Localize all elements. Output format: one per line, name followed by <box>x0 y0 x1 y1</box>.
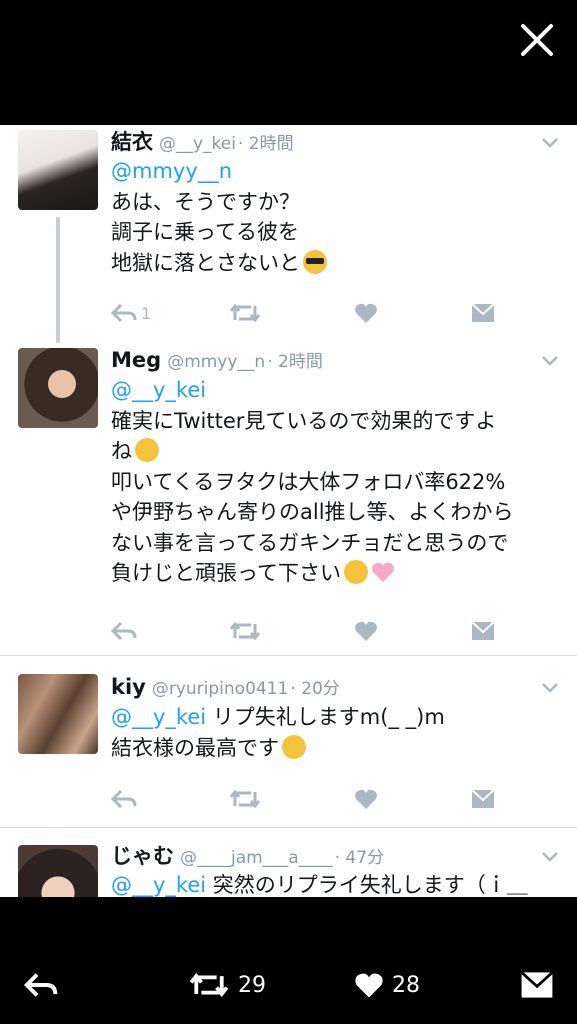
tweet-text: @__y_kei リプ失礼しますm(_ _)m 結衣様の最高です <box>111 702 561 763</box>
tweet-line: や伊野ちゃん寄りのall推し等、よくわから <box>111 500 514 524</box>
tweet-line: リプ失礼しますm(_ _)m <box>212 705 445 729</box>
smiling-emoji-icon <box>282 734 306 759</box>
tweet-actions: 1 <box>111 300 511 326</box>
direct-message-button[interactable] <box>471 618 495 644</box>
envelope-icon <box>471 621 495 640</box>
tweet-line: ない事を言ってるガキンチョだと思うので <box>111 530 509 555</box>
retweet-icon <box>229 621 261 641</box>
reply-button[interactable]: 1 <box>111 300 151 326</box>
chevron-down-icon[interactable] <box>541 355 559 367</box>
envelope-icon <box>520 971 554 998</box>
direct-message-button[interactable] <box>520 967 554 1003</box>
reply-button[interactable] <box>111 786 137 812</box>
tweet-actions <box>111 618 511 644</box>
viewer-top-bar <box>0 0 577 125</box>
retweet-button[interactable] <box>229 786 261 812</box>
retweet-count: 29 <box>238 972 266 998</box>
retweet-button[interactable] <box>229 300 261 326</box>
timestamp[interactable]: · 2時間 <box>267 352 323 372</box>
reply-icon <box>24 973 58 997</box>
tweet-actions <box>111 786 511 812</box>
close-icon[interactable] <box>519 22 555 58</box>
retweet-button[interactable] <box>229 618 261 644</box>
direct-message-button[interactable] <box>471 786 495 812</box>
handle[interactable]: @mmyy__n <box>167 352 265 372</box>
reply-mention[interactable]: @mmyy__n <box>111 156 561 187</box>
direct-message-button[interactable] <box>471 300 495 326</box>
heart-icon <box>355 303 377 323</box>
avatar[interactable] <box>18 845 98 897</box>
reply-icon <box>111 621 137 641</box>
envelope-icon <box>471 303 495 322</box>
reply-count: 1 <box>141 303 152 323</box>
pink-heart-emoji-icon <box>372 562 394 582</box>
avatar[interactable] <box>18 348 98 428</box>
hugging-emoji-icon <box>135 438 159 462</box>
tweet-text: @mmyy__n あは、そうですか？ 調子に乗ってる彼を 地獄に落とさないと <box>111 156 561 278</box>
like-button[interactable] <box>354 786 378 812</box>
tweet-line: 負けじと頑張って下さい <box>111 561 341 585</box>
tweet-4[interactable]: じゃむ @____jam___a____ · 47分 @__y_kei 突然のリプラ… <box>0 843 577 897</box>
tweet-line: 調子に乗ってる彼を <box>111 220 299 244</box>
tweet-divider <box>0 655 577 656</box>
reply-button[interactable] <box>111 618 137 644</box>
retweet-icon <box>189 973 229 997</box>
chevron-down-icon[interactable] <box>541 682 559 694</box>
tweet-3[interactable]: kiy @ryuripino0411 · 20分 @__y_kei リプ失礼しますm… <box>0 672 577 822</box>
like-button[interactable] <box>354 618 378 644</box>
reply-mention[interactable]: @__y_kei <box>111 873 206 897</box>
avatar[interactable] <box>18 674 98 754</box>
tweet-line: ね <box>111 439 132 463</box>
tweet-line: 叩いてくるヲタクは大体フォロバ率622% <box>111 469 506 494</box>
sunglasses-emoji-icon <box>303 249 327 274</box>
like-button[interactable] <box>354 300 378 326</box>
tweet-divider <box>0 827 577 828</box>
tweet-text: @__y_kei 確実にTwitter見ているので効果的ですよ ね 叩いてくるヲ… <box>111 375 561 589</box>
handle[interactable]: @____jam___a____ <box>180 848 333 868</box>
timestamp[interactable]: · 47分 <box>335 848 384 868</box>
envelope-icon <box>471 789 495 808</box>
tweet-line: 結衣様の最高です <box>111 735 279 760</box>
display-name[interactable]: 結衣 <box>111 130 153 154</box>
tweet-header: Meg @mmyy__n · 2時間 <box>111 345 323 375</box>
heart-icon <box>355 789 377 809</box>
retweet-button[interactable]: 29 <box>188 967 266 1003</box>
like-count: 28 <box>392 972 420 998</box>
handle[interactable]: @ryuripino0411 <box>152 679 289 699</box>
heart-icon <box>355 973 383 998</box>
tweet-line: 確実にTwitter見ているので効果的ですよ <box>111 408 497 433</box>
chevron-down-icon[interactable] <box>541 137 559 149</box>
tweet-line: あは、そうですか？ <box>111 189 300 214</box>
reply-mention[interactable]: @__y_kei <box>111 705 206 729</box>
tweet-line: 地獄に落とさないと <box>111 250 300 275</box>
handle[interactable]: @__y_kei <box>159 134 236 154</box>
smirking-emoji-icon <box>343 560 368 584</box>
heart-icon <box>355 621 377 641</box>
retweet-icon <box>229 789 261 809</box>
retweet-icon <box>229 303 261 323</box>
timestamp[interactable]: · 2時間 <box>238 134 294 154</box>
tweet-list[interactable]: 結衣 @__y_kei · 2時間 @mmyy__n あは、そうですか？ 調子に乗っ… <box>0 125 577 897</box>
reply-button[interactable] <box>24 967 58 1003</box>
avatar[interactable] <box>18 130 98 210</box>
display-name[interactable]: kiy <box>111 675 146 699</box>
tweet-1[interactable]: 結衣 @__y_kei · 2時間 @mmyy__n あは、そうですか？ 調子に乗っ… <box>0 125 577 343</box>
tweet-header: 結衣 @__y_kei · 2時間 <box>111 127 294 157</box>
timestamp[interactable]: · 20分 <box>290 679 339 699</box>
reply-icon <box>111 789 137 809</box>
tweet-text: @__y_kei 突然のリプライ失礼します（ｉ＿ <box>111 870 561 897</box>
tweet-header: kiy @ryuripino0411 · 20分 <box>111 672 340 702</box>
thread-connector <box>56 217 60 343</box>
tweet-2[interactable]: Meg @mmyy__n · 2時間 @__y_kei 確実にTwitter見ている… <box>0 345 577 655</box>
viewer-bottom-bar <box>0 897 577 1024</box>
display-name[interactable]: Meg <box>111 348 161 372</box>
tweet-line: 突然のリプライ失礼します（ｉ＿ <box>212 873 528 897</box>
chevron-down-icon[interactable] <box>541 851 559 863</box>
like-button[interactable]: 28 <box>354 967 420 1003</box>
reply-mention[interactable]: @__y_kei <box>111 375 561 406</box>
reply-icon <box>111 303 137 323</box>
display-name[interactable]: じゃむ <box>111 844 174 868</box>
tweet-header: じゃむ @____jam___a____ · 47分 <box>111 841 384 871</box>
